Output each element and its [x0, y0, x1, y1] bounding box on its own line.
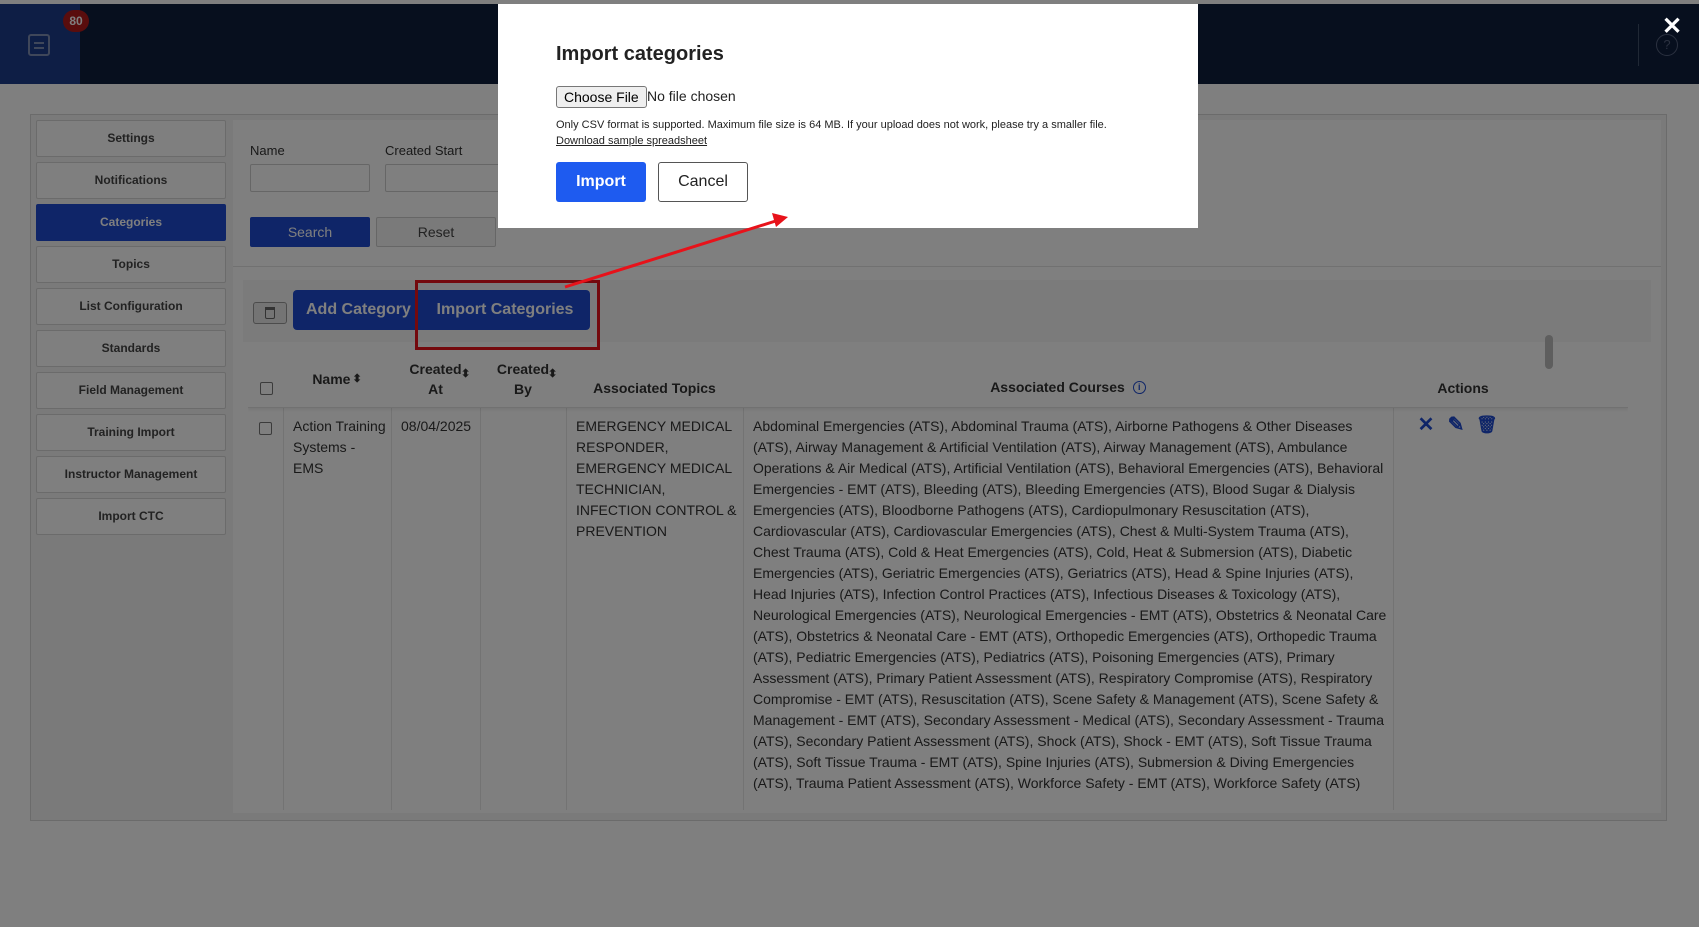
import-button[interactable]: Import	[556, 162, 646, 202]
close-icon[interactable]: ✕	[1662, 14, 1682, 40]
file-status: No file chosen	[647, 88, 736, 104]
choose-file-button[interactable]: Choose File	[556, 86, 647, 108]
upload-note: Only CSV format is supported. Maximum fi…	[556, 119, 1107, 131]
cancel-button[interactable]: Cancel	[658, 162, 748, 202]
modal-title: Import categories	[556, 43, 724, 65]
download-sample-link[interactable]: Download sample spreadsheet	[556, 135, 707, 147]
import-categories-modal: Import categories Choose File No file ch…	[498, 4, 1198, 228]
